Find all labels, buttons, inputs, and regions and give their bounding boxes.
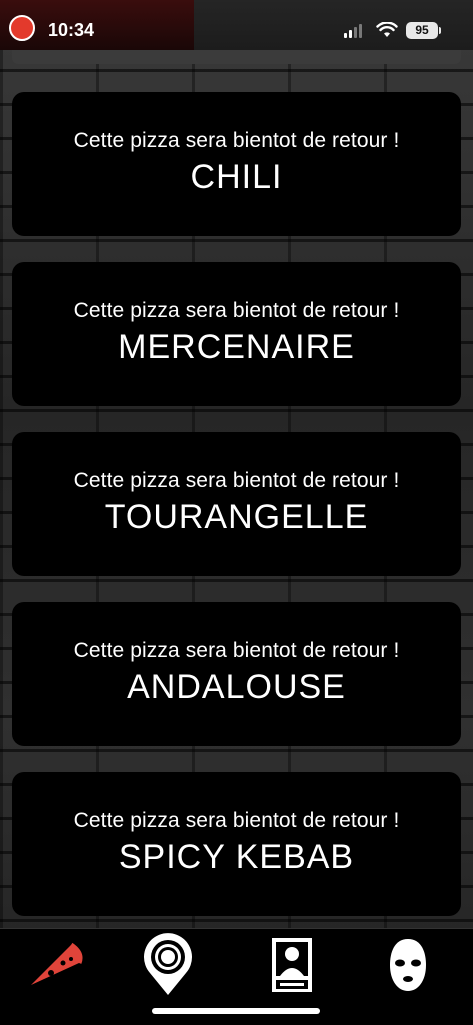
pizza-card-subtitle: Cette pizza sera bientot de retour ! [73, 299, 400, 322]
balaclava-mask-icon [390, 939, 426, 991]
tab-profile[interactable] [378, 935, 438, 995]
pizza-card-subtitle: Cette pizza sera bientot de retour ! [73, 129, 400, 152]
pizza-card-tourangelle[interactable]: Cette pizza sera bientot de retour ! TOU… [12, 432, 461, 576]
pizza-card-andalouse[interactable]: Cette pizza sera bientot de retour ! AND… [12, 602, 461, 746]
status-time: 10:34 [48, 20, 95, 40]
pizza-slice-icon [31, 942, 83, 985]
tab-restaurants[interactable] [138, 933, 198, 995]
pizza-card-chili[interactable]: Cette pizza sera bientot de retour ! CHI… [12, 92, 461, 236]
pizza-card-name: MERCENAIRE [118, 328, 355, 366]
pizza-card-mercenaire[interactable]: Cette pizza sera bientot de retour ! MER… [12, 262, 461, 406]
wanted-poster-icon [272, 938, 312, 992]
pizza-card-name: SPICY KEBAB [118, 838, 355, 876]
tab-pizzas[interactable] [26, 935, 86, 995]
battery-indicator: 95 [406, 22, 438, 39]
pizza-card-name: TOURANGELLE [104, 498, 369, 536]
status-bar: 10:34 95 [0, 0, 473, 64]
home-indicator [152, 1008, 320, 1014]
cellular-signal-icon [344, 24, 362, 38]
header-strip [12, 50, 461, 64]
pizza-card-subtitle: Cette pizza sera bientot de retour ! [73, 639, 400, 662]
battery-tip [439, 27, 441, 34]
pizza-card-subtitle: Cette pizza sera bientot de retour ! [73, 469, 400, 492]
pizza-card-subtitle: Cette pizza sera bientot de retour ! [73, 809, 400, 832]
app-logo-icon [9, 15, 35, 41]
pizza-card-spicy-kebab[interactable]: Cette pizza sera bientot de retour ! SPI… [12, 772, 461, 916]
tab-wanted[interactable] [262, 935, 322, 995]
pizza-card-name: CHILI [190, 158, 283, 196]
pizza-card-name: ANDALOUSE [127, 668, 346, 706]
wifi-icon [376, 22, 398, 37]
map-pin-logo-icon [144, 933, 192, 995]
